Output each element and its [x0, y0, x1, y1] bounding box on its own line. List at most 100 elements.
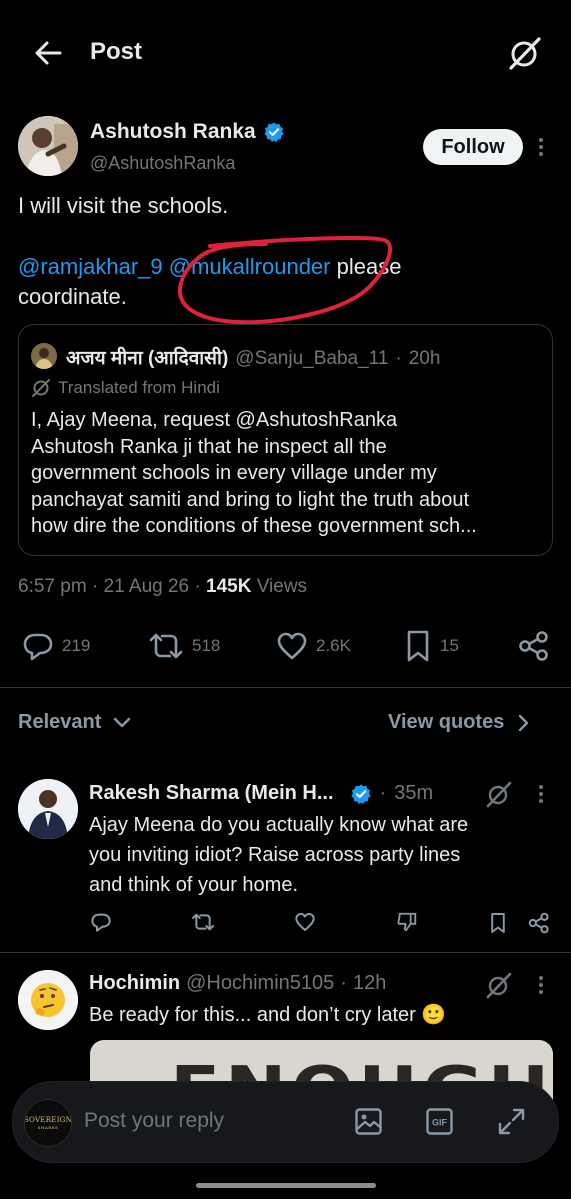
- quote-text-line: Ashutosh Ranka ji that he inspect all th…: [31, 435, 387, 458]
- avatar-photo: [31, 343, 57, 369]
- more-options-button[interactable]: [532, 781, 550, 807]
- grok-button[interactable]: [484, 970, 514, 1000]
- quote-text-line: how dire the conditions of these governm…: [31, 515, 477, 537]
- reply-author-name[interactable]: Hochimin: [89, 972, 180, 995]
- translated-label: Translated from Hindi: [58, 378, 220, 397]
- more-vertical-icon: [539, 138, 543, 156]
- like-count: 2.6K: [316, 636, 351, 655]
- share-icon: [519, 631, 548, 661]
- reply-icon: [91, 913, 111, 932]
- share-button[interactable]: [528, 912, 550, 934]
- views-label: Views: [251, 576, 308, 597]
- home-indicator[interactable]: [196, 1183, 376, 1188]
- quote-author-avatar: [31, 343, 57, 369]
- gif-icon: GIF: [426, 1108, 453, 1135]
- follow-button[interactable]: Follow: [423, 129, 523, 165]
- quote-text-line: I, Ajay Meena, request @AshutoshRanka: [31, 409, 398, 431]
- like-button[interactable]: 2.6K: [276, 631, 351, 661]
- reply-avatar[interactable]: [18, 970, 78, 1030]
- chevron-right-icon: [519, 714, 529, 731]
- translate-icon: [32, 379, 50, 397]
- reply-text-line: you inviting idiot? Raise across party l…: [89, 844, 461, 866]
- repost-button[interactable]: [191, 912, 215, 932]
- thinking-face-icon: [18, 970, 78, 1030]
- repost-icon: [192, 913, 214, 931]
- view-quotes-link[interactable]: View quotes: [388, 711, 530, 734]
- author-avatar[interactable]: [18, 116, 78, 176]
- more-options-button[interactable]: [532, 134, 550, 160]
- quote-text: I, Ajay Meena, request @AshutoshRanka As…: [31, 407, 543, 540]
- reply-text: Ajay Meena do you actually know what are…: [89, 810, 549, 900]
- composer-avatar: SOVEREIGN SHARES: [24, 1099, 72, 1147]
- reply-button[interactable]: 219: [22, 631, 90, 661]
- grok-icon: [486, 781, 512, 808]
- grok-icon: [486, 972, 512, 999]
- add-image-button[interactable]: [354, 1107, 383, 1136]
- reply-icon: [23, 633, 53, 661]
- reply-author-handle: @Hochimin5105: [186, 972, 335, 994]
- image-icon: [355, 1108, 382, 1135]
- reply-count: 219: [62, 636, 91, 655]
- quote-text-line: government schools in every village unde…: [31, 462, 437, 484]
- verified-badge-icon: [350, 783, 371, 804]
- reply-separator: ·: [340, 972, 347, 994]
- share-icon: [528, 912, 549, 934]
- bookmark-button[interactable]: 15: [404, 629, 459, 663]
- quote-text-line: panchayat samiti and bring to light the …: [31, 488, 470, 511]
- mention-link[interactable]: @ramjakhar_9: [18, 254, 163, 279]
- repost-count: 518: [192, 636, 221, 655]
- reply-time: 12h: [352, 972, 387, 994]
- repost-button[interactable]: 518: [148, 631, 220, 661]
- grok-button[interactable]: [484, 779, 514, 809]
- reply-text-line: and think of your home.: [89, 874, 299, 896]
- expand-icon: [498, 1108, 525, 1135]
- more-options-button[interactable]: [532, 972, 550, 998]
- repost-icon: [149, 633, 183, 659]
- quote-author-name: अजय मीना (आदिवासी): [66, 348, 229, 369]
- avatar-photo: [18, 779, 78, 839]
- bookmark-icon: [407, 630, 429, 662]
- post-timestamp: 6:57 pm · 21 Aug 26 · 145K Views: [18, 576, 307, 598]
- quote-author-handle: @Sanju_Baba_11: [235, 348, 389, 369]
- post-text-line1: I will visit the schools.: [18, 193, 229, 218]
- quote-separator: ·: [395, 348, 402, 369]
- quote-time: 20h: [408, 348, 441, 369]
- sort-label: Relevant: [18, 711, 102, 733]
- bookmark-count: 15: [440, 636, 459, 655]
- bookmark-icon: [491, 913, 505, 933]
- grok-button[interactable]: [506, 34, 544, 72]
- avatar-photo: [18, 116, 78, 176]
- share-button[interactable]: [518, 630, 550, 662]
- post-text-line4: coordinate.: [18, 284, 127, 309]
- views-count[interactable]: 145K: [206, 576, 251, 597]
- heart-icon: [277, 632, 307, 660]
- reply-avatar[interactable]: [18, 779, 78, 839]
- back-arrow-icon: [35, 41, 62, 65]
- divider: [0, 952, 571, 953]
- bookmark-button[interactable]: [489, 911, 507, 935]
- reply-author-name[interactable]: Rakesh Sharma (Mein H...: [89, 782, 334, 805]
- view-quotes-label: View quotes: [388, 711, 505, 733]
- avatar-logo-text: SHARES: [37, 1125, 59, 1130]
- reply-text-line: Ajay Meena do you actually know what are: [89, 814, 469, 836]
- reply-separator: ·: [379, 782, 387, 804]
- more-vertical-icon: [539, 785, 543, 803]
- author-handle: @AshutoshRanka: [90, 153, 236, 173]
- thumbs-down-icon: [397, 912, 417, 932]
- avatar-logo-text: SOVEREIGN: [24, 1116, 72, 1124]
- author-name[interactable]: Ashutosh Ranka: [90, 120, 256, 144]
- divider: [0, 687, 571, 688]
- verified-badge-icon: [264, 122, 284, 142]
- sort-dropdown[interactable]: Relevant: [18, 711, 131, 734]
- dislike-button[interactable]: [396, 911, 418, 933]
- reply-input[interactable]: Post your reply: [84, 1109, 224, 1133]
- like-button[interactable]: [294, 912, 316, 932]
- reply-text: Be ready for this... and don’t cry later…: [89, 1004, 447, 1026]
- add-gif-button[interactable]: GIF: [425, 1107, 454, 1136]
- back-button[interactable]: [30, 36, 66, 70]
- page-title: Post: [90, 38, 143, 65]
- reply-button[interactable]: [90, 912, 112, 932]
- expand-composer-button[interactable]: [497, 1107, 526, 1136]
- grok-icon: [509, 37, 541, 70]
- red-annotation-circle: [177, 236, 392, 325]
